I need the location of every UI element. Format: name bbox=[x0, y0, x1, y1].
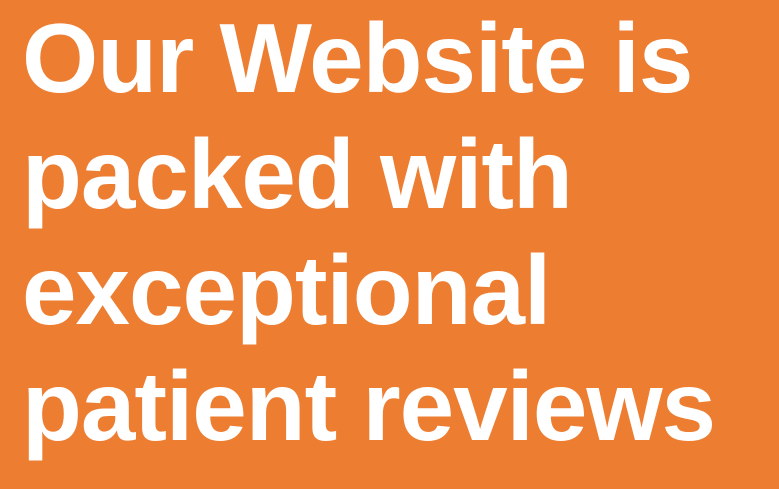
promo-banner: Our Website is packed with exceptional p… bbox=[0, 0, 779, 489]
headline-line-1: Our Website is bbox=[22, 3, 693, 113]
headline-line-2: packed with bbox=[22, 119, 573, 229]
headline-line-3: exceptional bbox=[22, 235, 551, 345]
headline: Our Website is packed with exceptional p… bbox=[22, 0, 716, 464]
headline-line-4: patient reviews bbox=[22, 351, 716, 461]
